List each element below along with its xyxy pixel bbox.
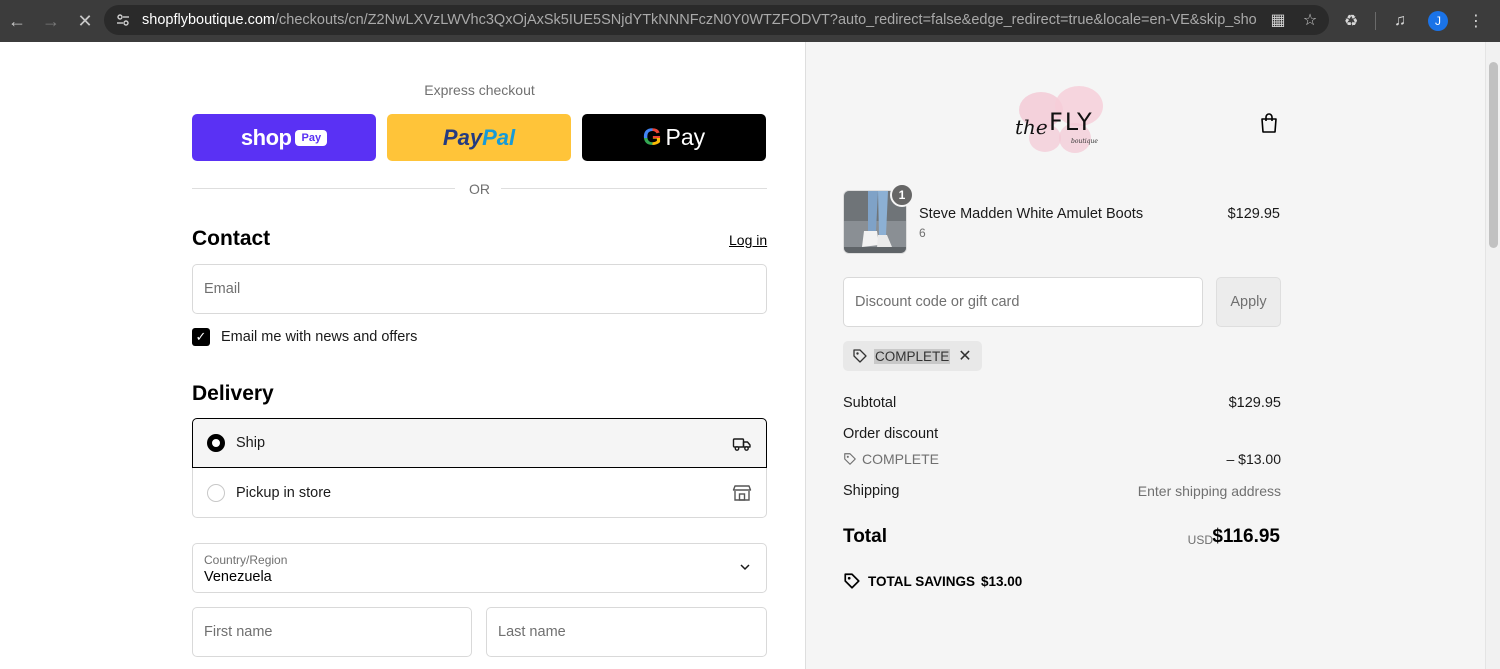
- paypal-button[interactable]: PayPal: [387, 114, 571, 161]
- pickup-label: Pickup in store: [236, 484, 332, 501]
- svg-text:the: the: [1015, 115, 1048, 139]
- savings-tag-icon: [844, 573, 860, 589]
- currency-code: USD: [1187, 533, 1213, 547]
- google-pay-button[interactable]: G Pay: [582, 114, 766, 161]
- shop-pay-pill: Pay: [295, 129, 328, 146]
- remove-discount-icon[interactable]: ✕: [958, 346, 971, 366]
- news-offers-option[interactable]: ✓ Email me with news and offers: [192, 328, 417, 346]
- ship-option[interactable]: Ship: [192, 418, 767, 468]
- or-divider: OR: [192, 179, 767, 199]
- pickup-option[interactable]: Pickup in store: [192, 468, 767, 518]
- express-checkout-title: Express checkout: [424, 82, 535, 98]
- ship-label: Ship: [236, 435, 266, 451]
- checkout-form-column: Express checkout shop Pay PayPal G Pay OR…: [0, 42, 805, 669]
- google-pay-logo: G Pay: [642, 123, 706, 151]
- profile-avatar[interactable]: J: [1424, 7, 1452, 35]
- first-name-field[interactable]: First name: [192, 607, 472, 657]
- address-bar[interactable]: shopflyboutique.com/checkouts/cn/Z2NwLXV…: [104, 5, 1329, 35]
- last-name-placeholder: Last name: [498, 624, 566, 640]
- first-name-placeholder: First name: [204, 624, 273, 640]
- email-placeholder: Email: [204, 281, 241, 297]
- order-discount-label: Order discount: [843, 426, 939, 442]
- url-text[interactable]: shopflyboutique.com/checkouts/cn/Z2NwLXV…: [142, 12, 1257, 28]
- savings-label: TOTAL SAVINGS: [868, 573, 976, 589]
- toolbar-divider: [1375, 12, 1376, 30]
- or-text: OR: [469, 181, 490, 197]
- bookmark-star-icon[interactable]: ☆: [1297, 7, 1323, 33]
- country-select[interactable]: Country/Region Venezuela: [192, 543, 767, 593]
- svg-text:FLY: FLY: [1049, 108, 1094, 136]
- shop-pay-word: shop: [240, 124, 292, 150]
- product-name: Steve Madden White Amulet Boots: [919, 206, 1144, 222]
- total-amount: $116.95: [1212, 526, 1280, 547]
- paypal-logo: PayPal: [442, 124, 516, 150]
- scrollbar-thumb[interactable]: [1489, 62, 1498, 248]
- last-name-field[interactable]: Last name: [486, 607, 767, 657]
- chevron-down-icon: [740, 564, 750, 571]
- apply-discount-button[interactable]: Apply: [1216, 277, 1281, 327]
- email-field[interactable]: Email: [192, 264, 767, 314]
- discount-placeholder: Discount code or gift card: [855, 294, 1020, 310]
- truck-icon: [732, 438, 751, 451]
- order-discount-row: Order discount: [843, 426, 1281, 442]
- delivery-heading: Delivery: [192, 382, 274, 405]
- svg-text:boutique: boutique: [1071, 138, 1098, 145]
- shop-pay-button[interactable]: shop Pay: [192, 114, 376, 161]
- news-offers-label: Email me with news and offers: [221, 329, 418, 345]
- browser-toolbar: ← → ✕ shopflyboutique.com/checkouts/cn/Z…: [0, 0, 1500, 42]
- login-link[interactable]: Log in: [729, 232, 767, 248]
- news-offers-checkbox[interactable]: ✓: [192, 328, 210, 346]
- discount-code-label: COMPLETE: [862, 451, 940, 467]
- pickup-radio[interactable]: [207, 483, 225, 502]
- discount-value: – $13.00: [1226, 451, 1282, 467]
- tag-icon: [853, 349, 867, 363]
- forward-icon[interactable]: →: [34, 4, 68, 38]
- discount-code-row: COMPLETE – $13.00: [843, 451, 1281, 467]
- subtotal-label: Subtotal: [843, 395, 897, 411]
- order-summary-column: the FLY boutique 1 Steve Madden White Am…: [805, 42, 1485, 669]
- translate-icon[interactable]: ▦: [1265, 7, 1291, 33]
- more-menu-icon[interactable]: ⋮: [1462, 7, 1490, 35]
- shopping-bag-icon[interactable]: [1258, 112, 1280, 134]
- google-g-icon: G: [642, 123, 662, 151]
- media-control-icon[interactable]: ♫: [1386, 7, 1414, 35]
- applied-code: COMPLETE: [874, 348, 951, 364]
- profile-initial: J: [1428, 11, 1448, 31]
- delivery-method-group: Ship Pickup in store: [192, 418, 767, 518]
- extensions-icon[interactable]: ♻: [1337, 7, 1365, 35]
- discount-code-input[interactable]: Discount code or gift card: [843, 277, 1203, 327]
- subtotal-value: $129.95: [1228, 395, 1281, 411]
- total-label: Total: [843, 526, 887, 547]
- page-scrollbar[interactable]: [1485, 42, 1500, 669]
- shipping-value: Enter shipping address: [1137, 483, 1281, 499]
- shipping-row: Shipping Enter shipping address: [843, 483, 1281, 499]
- store-icon: [732, 485, 752, 501]
- quantity-badge: 1: [890, 183, 914, 207]
- total-savings: TOTAL SAVINGS $13.00: [843, 572, 1022, 590]
- shipping-label: Shipping: [843, 483, 900, 499]
- stop-loading-icon[interactable]: ✕: [68, 4, 102, 38]
- ship-radio[interactable]: [207, 434, 225, 452]
- site-info-icon[interactable]: [108, 5, 138, 35]
- contact-heading: Contact: [192, 227, 271, 250]
- applied-discount-chip: COMPLETE ✕: [843, 341, 982, 371]
- subtotal-row: Subtotal $129.95: [843, 395, 1281, 411]
- tag-icon: [844, 453, 856, 465]
- product-price: $129.95: [1227, 206, 1280, 222]
- savings-value: $13.00: [981, 573, 1023, 589]
- boutique-logo[interactable]: the FLY boutique: [1011, 80, 1111, 162]
- back-icon[interactable]: ←: [0, 4, 34, 38]
- country-label: Country/Region: [204, 553, 288, 567]
- product-variant: 6: [919, 226, 926, 240]
- country-value: Venezuela: [204, 569, 272, 585]
